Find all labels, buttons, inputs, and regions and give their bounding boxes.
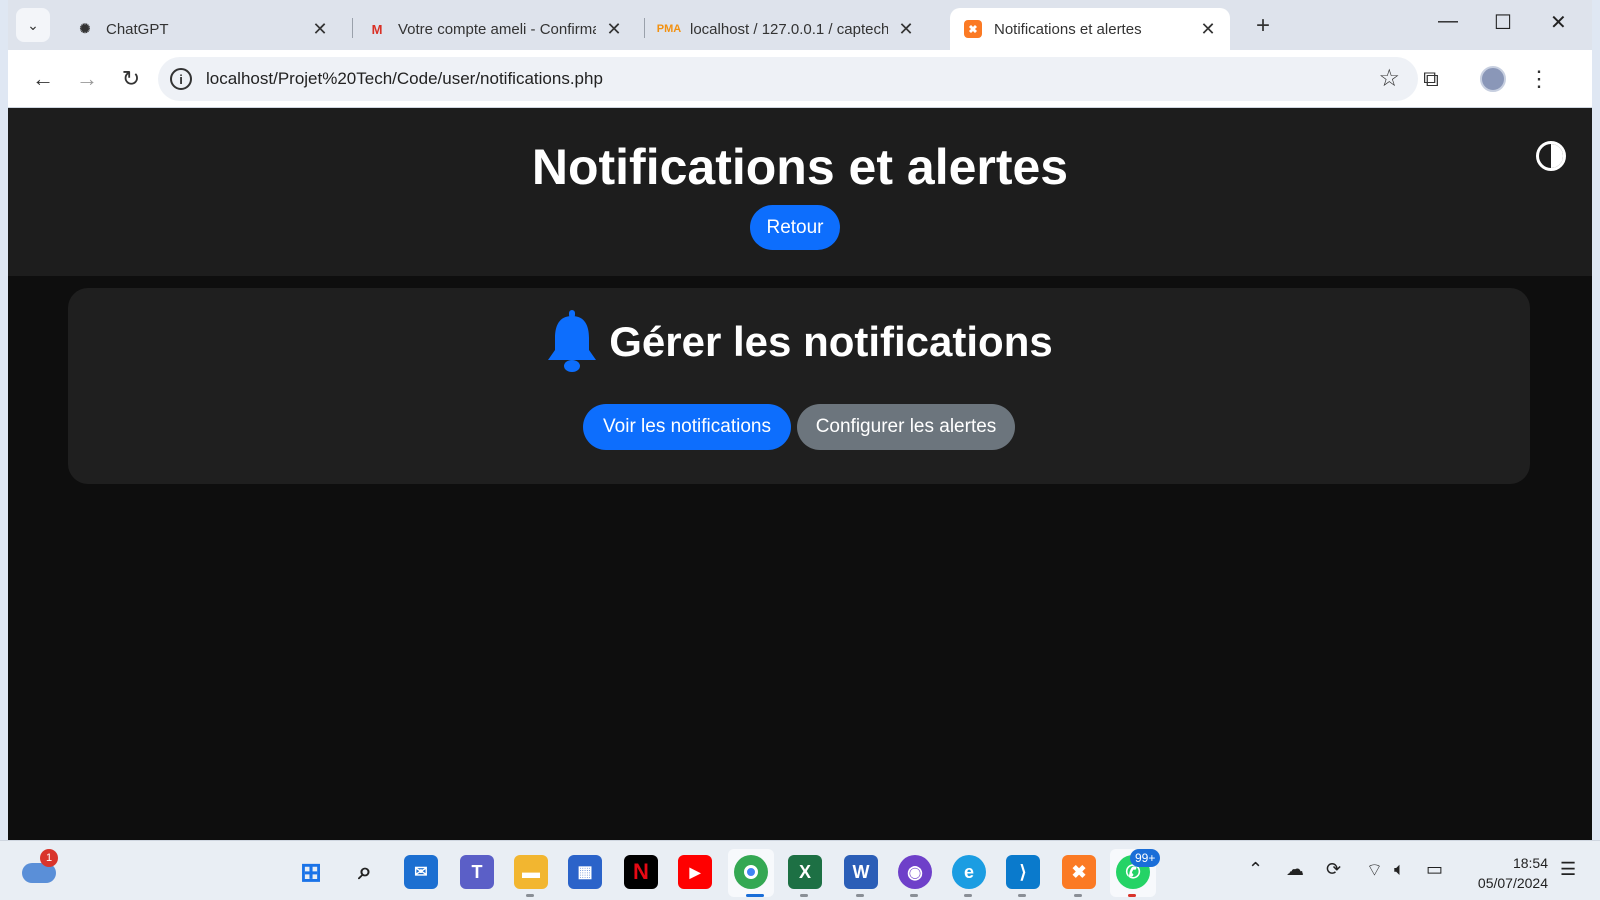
onedrive-offline-icon[interactable]: ☁ [1286, 859, 1304, 880]
minimize-icon[interactable]: — [1438, 10, 1458, 33]
xampp-icon: ✖ [964, 20, 982, 38]
theme-toggle-icon[interactable] [1536, 141, 1566, 171]
page-content: Notifications et alertes Retour Gérer le… [8, 108, 1592, 840]
close-tab-icon[interactable]: ✕ [1198, 19, 1218, 40]
show-hidden-icons-chevron-up-icon[interactable]: ⌃ [1248, 859, 1263, 880]
page-header: Notifications et alertes Retour [8, 108, 1592, 276]
reload-icon[interactable]: ↻ [116, 64, 146, 94]
battery-icon[interactable]: ▭ [1426, 859, 1443, 880]
clock[interactable]: 18:54 05/07/2024 [1460, 853, 1548, 893]
close-window-icon[interactable]: ✕ [1550, 10, 1567, 35]
edge-icon[interactable]: e [952, 855, 986, 889]
bookmark-star-icon[interactable]: ☆ [1378, 64, 1400, 93]
address-bar[interactable]: i localhost/Projet%20Tech/Code/user/noti… [158, 57, 1418, 101]
word-icon[interactable]: W [844, 855, 878, 889]
card-title: Gérer les notifications [609, 318, 1053, 365]
maximize-icon[interactable]: ☐ [1494, 10, 1512, 35]
retour-button[interactable]: Retour [750, 205, 840, 250]
bell-icon [548, 310, 597, 372]
wifi-icon[interactable]: ⌔ [1366, 859, 1383, 882]
close-tab-icon[interactable]: ✕ [896, 19, 916, 40]
browser-toolbar: ← → ↻ i localhost/Projet%20Tech/Code/use… [8, 50, 1592, 108]
notifications-card: Gérer les notifications Voir les notific… [68, 288, 1530, 484]
windows-start-icon[interactable]: ⊞ [294, 855, 328, 889]
search-icon[interactable]: ⌕ [348, 855, 382, 889]
profile-avatar[interactable] [1478, 64, 1508, 94]
sync-icon[interactable]: ⟳ [1326, 859, 1341, 880]
vscode-icon[interactable]: ⟩ [1006, 855, 1040, 889]
new-tab-plus-icon[interactable]: + [1256, 12, 1270, 40]
taskbar: 1 ⊞ ⌕ ✉ T ▬ ▦ N ▶ X W ◉ e ⟩ ✖ ✆ 99+ ⌃ ☁ … [0, 840, 1600, 900]
tab-ameli[interactable]: M Votre compte ameli - Confirmat ✕ [354, 8, 636, 50]
chrome-icon[interactable] [734, 855, 768, 889]
page-title: Notifications et alertes [531, 139, 1069, 195]
site-info-icon[interactable]: i [170, 68, 192, 90]
clock-time: 18:54 [1512, 855, 1548, 871]
forward-arrow-icon[interactable]: → [72, 64, 102, 94]
back-arrow-icon[interactable]: ← [28, 64, 58, 94]
tab-notifications[interactable]: ✖ Notifications et alertes ✕ [950, 8, 1230, 50]
whatsapp-badge: 99+ [1130, 849, 1161, 867]
github-desktop-icon[interactable]: ◉ [898, 855, 932, 889]
volume-icon[interactable]: 🔈︎ [1394, 859, 1405, 880]
youtube-icon[interactable]: ▶ [678, 855, 712, 889]
tab-title: ChatGPT [106, 20, 169, 38]
tab-title: Votre compte ameli - Confirmat [398, 20, 596, 38]
tab-phpmyadmin[interactable]: PMA localhost / 127.0.0.1 / captech / ✕ [646, 8, 928, 50]
weather-widget[interactable]: 1 [22, 849, 58, 883]
phpmyadmin-icon: PMA [656, 23, 682, 35]
url-text[interactable]: localhost/Projet%20Tech/Code/user/notifi… [206, 69, 603, 89]
excel-icon[interactable]: X [788, 855, 822, 889]
view-notifications-button[interactable]: Voir les notifications [583, 404, 791, 450]
chatgpt-icon: ✺ [79, 21, 91, 36]
netflix-icon[interactable]: N [624, 855, 658, 889]
tab-title: Notifications et alertes [994, 20, 1142, 38]
clock-date: 05/07/2024 [1477, 875, 1548, 891]
tab-search-chevron-down-icon[interactable]: ⌄ [16, 8, 50, 42]
mail-icon[interactable]: ✉ [404, 855, 438, 889]
tab-title: localhost / 127.0.0.1 / captech / [690, 20, 888, 38]
more-menu-icon[interactable]: ⋮ [1524, 64, 1554, 94]
close-tab-icon[interactable]: ✕ [604, 19, 624, 40]
close-tab-icon[interactable]: ✕ [310, 19, 330, 40]
notifications-icon[interactable]: ☰ [1560, 859, 1576, 880]
gmail-icon: M [371, 21, 383, 37]
microsoft-store-icon[interactable]: ▦ [568, 855, 602, 889]
weather-badge: 1 [40, 849, 58, 867]
tab-chatgpt[interactable]: ✺ ChatGPT ✕ [62, 8, 342, 50]
teams-icon[interactable]: T [460, 855, 494, 889]
extensions-puzzle-icon[interactable]: ⧉ [1416, 64, 1446, 94]
file-explorer-icon[interactable]: ▬ [514, 855, 548, 889]
xampp-icon[interactable]: ✖ [1062, 855, 1096, 889]
tab-bar: ⌄ ✺ ChatGPT ✕ M Votre compte ameli - Con… [8, 0, 1592, 50]
configure-alerts-button[interactable]: Configurer les alertes [797, 404, 1015, 450]
